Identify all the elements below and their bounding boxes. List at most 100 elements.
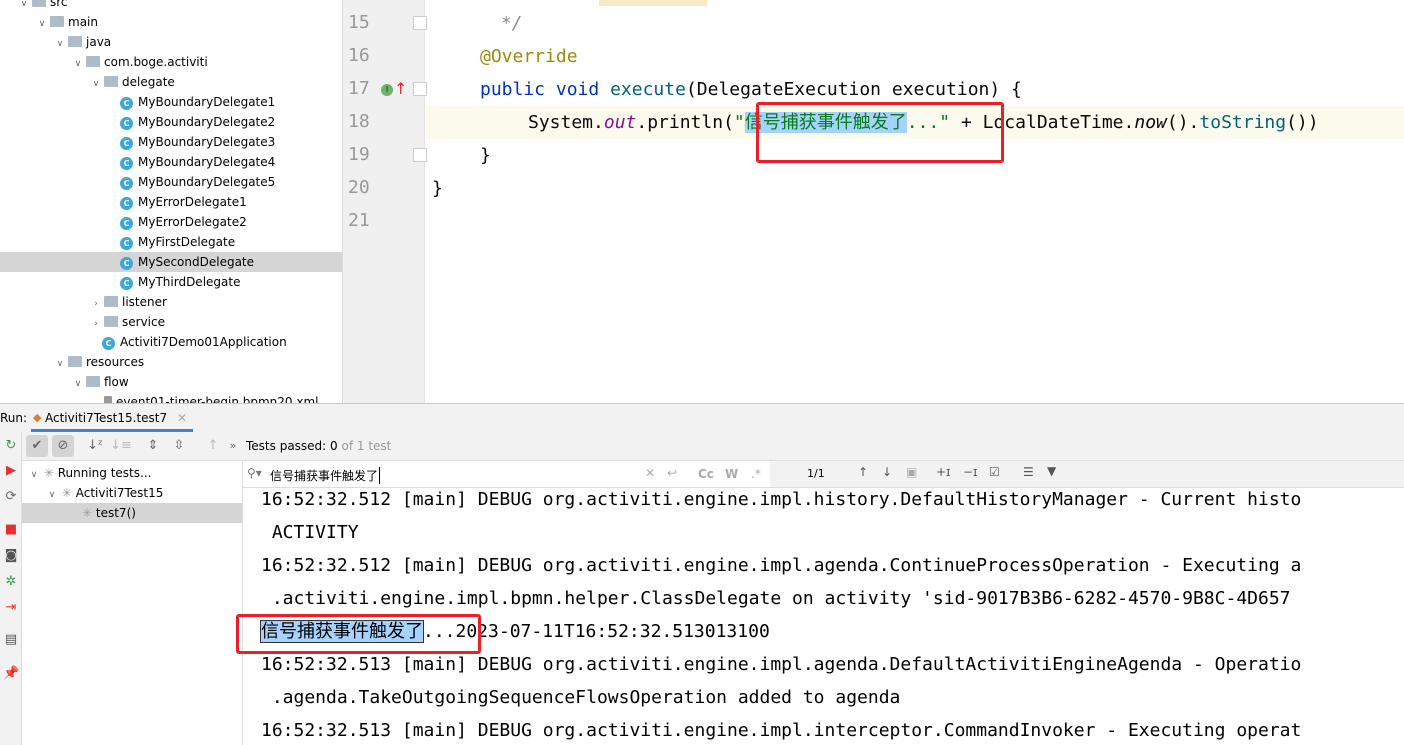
status-prefix: Tests passed:	[246, 439, 327, 453]
gutter: 15 16 17 18 19 20 21 I ↑	[343, 0, 427, 403]
test-node-method[interactable]: ✳ test7()	[22, 503, 242, 523]
run-panel: Run: ◆ Activiti7Test15.test7 ✕ ↻ ▶ ⟳ ■ ◙…	[0, 403, 1404, 745]
tree-item[interactable]: C MyErrorDelegate1	[0, 192, 342, 212]
tree-item-label: MyThirdDelegate	[138, 275, 241, 289]
fold-icon[interactable]	[413, 82, 427, 96]
code-text: ())	[1286, 112, 1319, 133]
test-node-root[interactable]: ∨ ✳ Running tests...	[22, 463, 242, 483]
search-icon: ⚲▾	[247, 466, 262, 480]
newline-icon[interactable]: ↩	[667, 466, 677, 480]
toggle-auto-test-icon[interactable]: ⟳	[3, 489, 19, 505]
select-all-icon[interactable]: ▣	[906, 465, 917, 479]
more-icon[interactable]: »	[222, 435, 244, 457]
tree-item-label: MyErrorDelegate2	[138, 215, 247, 229]
camera-icon[interactable]: ◙	[3, 548, 19, 564]
test-node-class[interactable]: ∨ ✳ Activiti7Test15	[22, 483, 242, 503]
chevron-right-icon[interactable]: ›	[90, 294, 102, 314]
tree-item[interactable]: C Activiti7Demo01Application	[0, 332, 342, 352]
debug-icon[interactable]: ✲	[3, 574, 19, 590]
sort-alpha-icon[interactable]: ↓ᶻ	[84, 435, 106, 457]
prev-failed-icon[interactable]: ↑	[202, 435, 224, 457]
tree-item[interactable]: C MyBoundaryDelegate1	[0, 92, 342, 112]
search-input[interactable]: 信号捕获事件触发了	[270, 467, 381, 484]
tree-item[interactable]: ∨ flow	[0, 372, 342, 394]
fold-icon[interactable]	[413, 148, 427, 162]
prev-match-icon[interactable]: ↑	[858, 465, 868, 479]
pin-icon[interactable]: 📌	[3, 666, 19, 682]
tree-item[interactable]: C MyBoundaryDelegate5	[0, 172, 342, 192]
chevron-down-icon[interactable]: ∨	[54, 34, 66, 54]
tree-item-label: delegate	[122, 75, 175, 89]
tree-item[interactable]: ∨ java	[0, 32, 342, 54]
collapse-all-icon[interactable]: ⇳	[168, 435, 190, 457]
chevron-down-icon[interactable]: ∨	[28, 465, 40, 485]
remove-occurrence-icon[interactable]: −ɪ	[963, 465, 978, 479]
implementation-icon[interactable]: I	[381, 84, 393, 96]
file-icon	[104, 396, 112, 403]
override-arrow-icon[interactable]: ↑	[394, 80, 407, 98]
tree-item[interactable]: C MySecondDelegate	[0, 252, 342, 272]
project-tree[interactable]: ∨ src ∨ main ∨ java ∨ com.boge.activiti ∨ delegat…	[0, 0, 343, 403]
rerun-failed-icon[interactable]: ▶	[3, 463, 19, 479]
chevron-down-icon[interactable]: ∨	[90, 74, 102, 94]
tree-item[interactable]: › listener	[0, 292, 342, 314]
test-tree[interactable]: ∨ ✳ Running tests... ∨ ✳ Activiti7Test15…	[22, 461, 243, 745]
regex-toggle[interactable]: .*	[751, 467, 761, 481]
tree-item-label: MySecondDelegate	[138, 255, 255, 269]
line-number: 16	[348, 45, 370, 66]
match-case-toggle[interactable]: Cc	[698, 467, 714, 481]
filter-icon[interactable]: ▼	[1047, 464, 1056, 478]
tree-item[interactable]: ∨ main	[0, 12, 342, 34]
sort-duration-icon[interactable]: ↓≡	[110, 435, 132, 457]
tree-item[interactable]: ∨ com.boge.activiti	[0, 52, 342, 74]
tree-item[interactable]: ∨ delegate	[0, 72, 342, 94]
class-icon: C	[102, 337, 115, 350]
tree-item[interactable]: ∨ resources	[0, 352, 342, 374]
add-occurrence-icon[interactable]: +ɪ	[936, 465, 951, 479]
code-editor[interactable]: 15 16 17 18 19 20 21 I ↑ */ @Override pu…	[343, 0, 1404, 403]
console-line: .agenda.TakeOutgoingSequenceFlowsOperati…	[261, 687, 901, 708]
chevron-down-icon[interactable]: ∨	[72, 374, 84, 394]
class-icon: C	[120, 277, 133, 290]
show-passed-icon[interactable]: ✔	[26, 435, 48, 457]
select-all-occurrences-icon[interactable]: ☑	[989, 465, 1000, 479]
tree-item[interactable]: C MyBoundaryDelegate3	[0, 132, 342, 152]
tab-run-config[interactable]: ◆ Activiti7Test15.test7 ✕	[31, 404, 194, 432]
tree-item[interactable]: C MyFirstDelegate	[0, 232, 342, 252]
line-number: 17	[348, 78, 370, 99]
tree-item[interactable]: › service	[0, 312, 342, 334]
clear-icon[interactable]: ✕	[645, 466, 655, 480]
field: out	[603, 112, 637, 133]
close-icon[interactable]: ✕	[177, 411, 187, 425]
chevron-down-icon[interactable]: ∨	[72, 54, 84, 74]
tree-item[interactable]: event01-timer-begin.bpmn20.xml	[0, 392, 342, 403]
show-ignored-icon[interactable]: ⊘	[52, 435, 74, 457]
tree-item[interactable]: ∨ src	[0, 0, 342, 12]
whole-word-toggle[interactable]: W	[725, 467, 738, 481]
tree-item[interactable]: C MyBoundaryDelegate4	[0, 152, 342, 172]
expand-all-icon[interactable]: ⇕	[142, 435, 164, 457]
chevron-down-icon[interactable]: ∨	[36, 14, 48, 34]
test-node-label: Activiti7Test15	[75, 486, 164, 500]
tree-item[interactable]: C MyThirdDelegate	[0, 272, 342, 292]
rerun-icon[interactable]: ↻	[3, 438, 19, 454]
package-icon	[104, 76, 118, 87]
tree-item[interactable]: C MyBoundaryDelegate2	[0, 112, 342, 132]
tree-item[interactable]: C MyErrorDelegate2	[0, 212, 342, 232]
exit-icon[interactable]: ⇥	[3, 600, 19, 616]
fold-icon[interactable]	[413, 16, 427, 30]
class-icon: C	[120, 137, 133, 150]
tree-item-label: MyBoundaryDelegate4	[138, 155, 276, 169]
chevron-right-icon[interactable]: ›	[90, 314, 102, 334]
spinner-icon: ✳	[61, 486, 72, 500]
chevron-down-icon[interactable]: ∨	[54, 354, 66, 374]
filter-lines-icon[interactable]: ☰	[1023, 465, 1034, 479]
tree-item-label: MyBoundaryDelegate1	[138, 95, 276, 109]
stop-icon[interactable]: ■	[3, 522, 19, 538]
tree-item-label: src	[50, 0, 68, 9]
console-line: ACTIVITY	[261, 522, 359, 543]
next-match-icon[interactable]: ↓	[882, 465, 892, 479]
layout-icon[interactable]: ▤	[3, 632, 19, 648]
chevron-down-icon[interactable]: ∨	[46, 485, 58, 505]
tab-label: Activiti7Test15.test7	[45, 411, 168, 425]
